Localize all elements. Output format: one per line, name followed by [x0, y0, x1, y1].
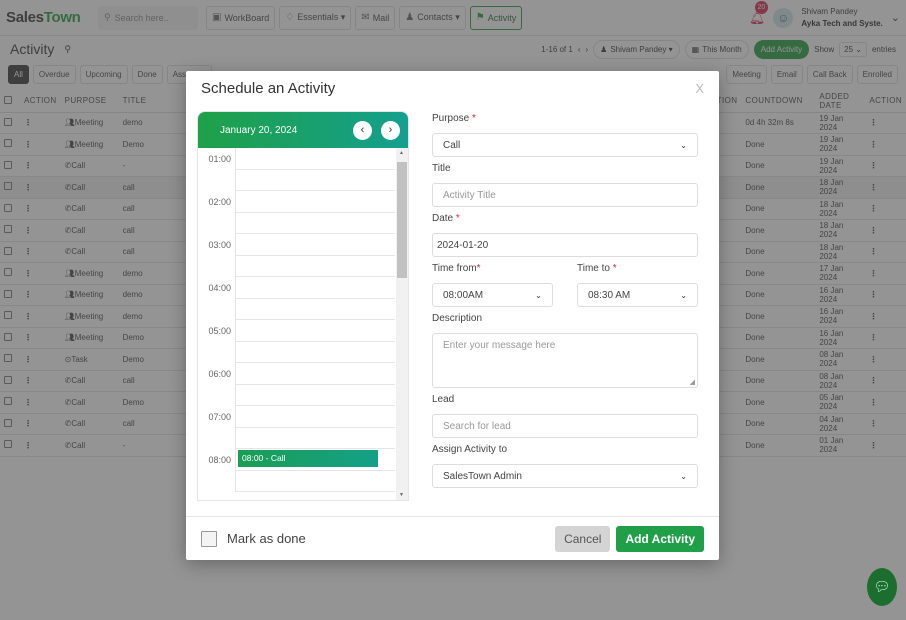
- day-calendar: January 20, 2024 ‹ › 01:00 02:00 03:00 0…: [197, 111, 409, 501]
- scroll-up-icon[interactable]: ▲: [399, 150, 404, 156]
- modal-footer: Mark as done Cancel Add Activity: [186, 516, 719, 560]
- scroll-thumb[interactable]: [397, 162, 407, 278]
- time-slot[interactable]: [236, 213, 395, 234]
- time-slot[interactable]: [236, 256, 395, 277]
- calendar-scrollbar[interactable]: ▲ ▼: [396, 148, 408, 500]
- time-slot[interactable]: [236, 363, 395, 385]
- activity-form: Purpose * Call ⌄ Title Activity Title Dat…: [432, 113, 698, 494]
- calendar-prev-button[interactable]: ‹: [353, 120, 372, 140]
- hour-label: 07:00: [198, 406, 236, 449]
- hour-row[interactable]: 02:00: [198, 191, 408, 234]
- chat-button[interactable]: 💬︎: [867, 568, 897, 606]
- purpose-label: Purpose *: [432, 113, 476, 124]
- time-slot[interactable]: [236, 170, 395, 191]
- time-to-label: Time to *: [577, 263, 617, 274]
- hour-label: 04:00: [198, 277, 236, 320]
- calendar-event[interactable]: 08:00 - Call: [238, 450, 378, 467]
- chevron-down-icon: ⌄: [535, 290, 542, 300]
- chevron-down-icon: ⌄: [680, 290, 687, 300]
- chevron-down-icon: ⌄: [680, 140, 687, 150]
- hour-label: 05:00: [198, 320, 236, 363]
- title-label: Title: [432, 163, 451, 174]
- calendar-next-button[interactable]: ›: [381, 120, 400, 140]
- time-slot[interactable]: [236, 471, 395, 492]
- mark-done-label[interactable]: Mark as done: [227, 531, 306, 546]
- hour-label: 06:00: [198, 363, 236, 406]
- hour-row[interactable]: 07:00: [198, 406, 408, 449]
- modal-title: Schedule an Activity: [201, 79, 336, 97]
- hour-row[interactable]: 05:00: [198, 320, 408, 363]
- time-from-label: Time from*: [432, 263, 481, 274]
- chat-icon: 💬︎: [873, 579, 891, 594]
- calendar-header: January 20, 2024 ‹ ›: [198, 112, 408, 148]
- time-from-select[interactable]: 08:00AM ⌄: [432, 283, 553, 307]
- time-slot[interactable]: [236, 191, 395, 213]
- time-slot[interactable]: [236, 342, 395, 363]
- time-slot[interactable]: 08:00 - Call: [236, 449, 395, 471]
- time-slot[interactable]: [236, 406, 395, 428]
- lead-label: Lead: [432, 394, 455, 405]
- time-slot[interactable]: [236, 234, 395, 256]
- date-input[interactable]: 2024-01-20: [432, 233, 698, 257]
- hour-row[interactable]: 01:00: [198, 148, 408, 191]
- date-label: Date *: [432, 213, 460, 224]
- assign-select[interactable]: SalesTown Admin ⌄: [432, 464, 698, 488]
- calendar-timeline[interactable]: 01:00 02:00 03:00 04:00 05:00 06:00 07:0…: [198, 148, 408, 500]
- assign-label: Assign Activity to: [432, 444, 508, 455]
- hour-label: 02:00: [198, 191, 236, 234]
- close-icon[interactable]: X: [695, 81, 704, 96]
- hour-row[interactable]: 04:00: [198, 277, 408, 320]
- description-label: Description: [432, 313, 483, 324]
- mark-done-checkbox[interactable]: [201, 530, 217, 547]
- title-input[interactable]: Activity Title: [432, 183, 698, 207]
- resize-handle-icon[interactable]: ◢: [690, 378, 695, 386]
- hour-row[interactable]: 03:00: [198, 234, 408, 277]
- time-slot[interactable]: [236, 277, 395, 299]
- time-slot[interactable]: [236, 299, 395, 320]
- lead-search-input[interactable]: Search for lead: [432, 414, 698, 438]
- time-slot[interactable]: [236, 320, 395, 342]
- time-to-select[interactable]: 08:30 AM ⌄: [577, 283, 698, 307]
- purpose-select[interactable]: Call ⌄: [432, 133, 698, 157]
- description-textarea[interactable]: Enter your message here ◢: [432, 333, 698, 388]
- hour-label: 03:00: [198, 234, 236, 277]
- schedule-activity-modal: Schedule an Activity X January 20, 2024 …: [186, 71, 719, 560]
- hour-row[interactable]: 08:00 08:00 - Call: [198, 449, 408, 492]
- scroll-down-icon[interactable]: ▼: [399, 492, 404, 498]
- cancel-button[interactable]: Cancel: [555, 525, 611, 552]
- chevron-down-icon: ⌄: [680, 471, 687, 481]
- calendar-date: January 20, 2024: [220, 124, 298, 136]
- add-activity-button[interactable]: Add Activity: [616, 525, 704, 552]
- hour-row[interactable]: 06:00: [198, 363, 408, 406]
- time-slot[interactable]: [236, 428, 395, 449]
- hour-label: 01:00: [198, 148, 236, 191]
- hour-label: 08:00: [198, 449, 236, 492]
- time-slot[interactable]: [236, 385, 395, 406]
- time-slot[interactable]: [236, 148, 395, 170]
